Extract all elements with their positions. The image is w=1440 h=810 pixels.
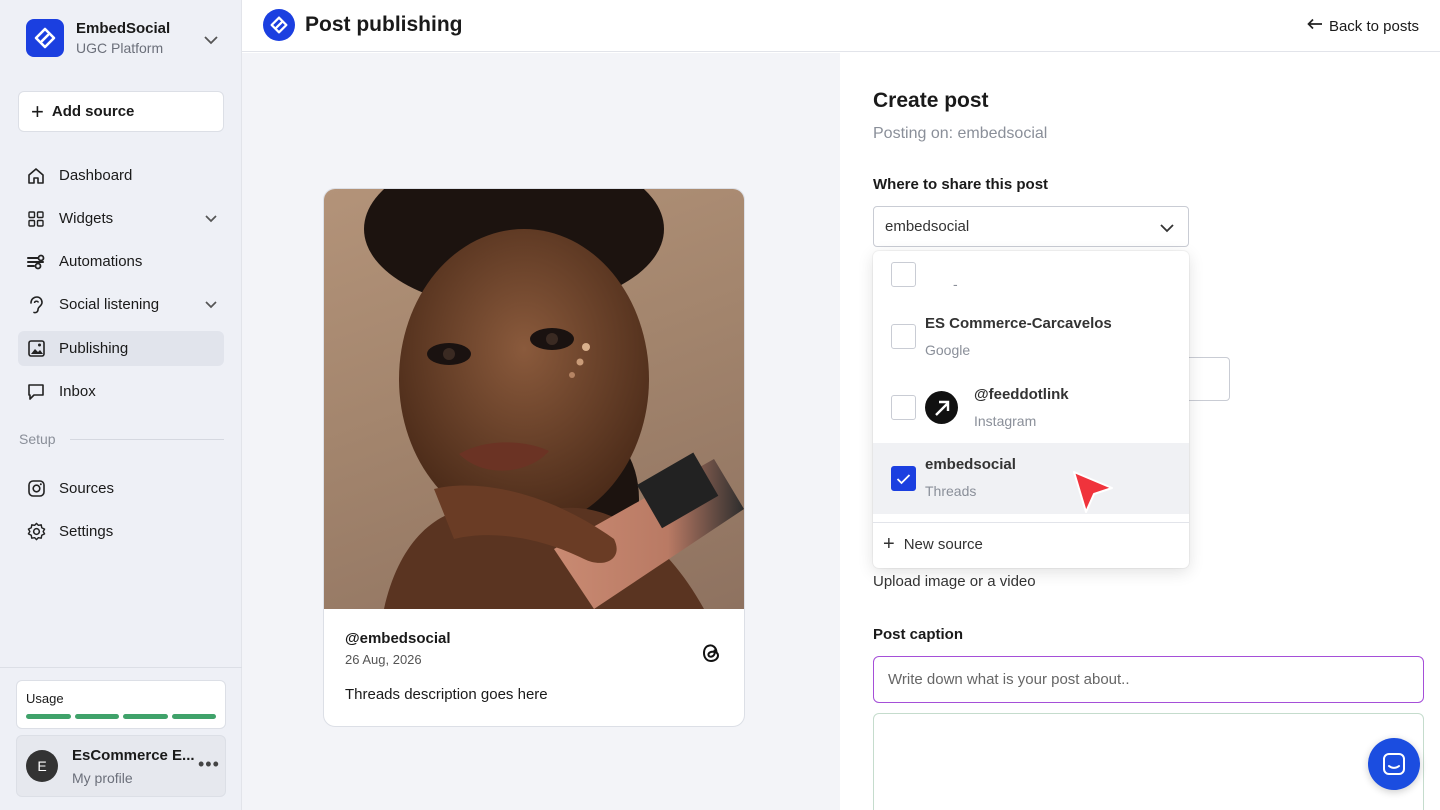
plus-icon: + — [883, 533, 895, 555]
checkbox[interactable] — [891, 395, 916, 420]
instagram-icon — [26, 479, 46, 499]
upload-media-label[interactable]: Upload image or a video — [873, 573, 1036, 590]
sidebar-item-label: Widgets — [59, 210, 114, 227]
usage-meter — [26, 714, 216, 719]
automations-icon — [26, 252, 46, 272]
sidebar-item-label: Settings — [59, 523, 114, 540]
posting-on-text: Posting on: embedsocial — [873, 125, 1048, 142]
caption-label: Post caption — [873, 626, 964, 643]
avatar: E — [26, 750, 58, 782]
share-target-label: Where to share this post — [873, 176, 1049, 193]
option-type: Threads — [925, 483, 977, 499]
sidebar-item-publishing[interactable]: Publishing — [18, 331, 224, 366]
embedsocial-logo-icon — [263, 9, 295, 41]
profile-card[interactable]: E EsCommerce E... My profile ••• — [16, 735, 226, 797]
new-source-button[interactable]: + New source — [883, 534, 983, 554]
sidebar: EmbedSocial UGC Platform + Add source Da… — [0, 0, 242, 810]
sidebar-item-settings[interactable]: Settings — [18, 514, 224, 549]
widgets-icon — [26, 209, 46, 229]
sidebar-item-dashboard[interactable]: Dashboard — [18, 158, 224, 193]
option-type: - — [953, 276, 958, 292]
sidebar-item-sources[interactable]: Sources — [18, 471, 224, 506]
chevron-down-icon[interactable] — [203, 32, 219, 50]
add-source-label: Add source — [51, 103, 135, 120]
more-options-icon[interactable]: ••• — [198, 754, 220, 775]
back-link-label: Back to posts — [1328, 17, 1419, 35]
threads-icon — [700, 641, 722, 665]
setup-section-label: Setup — [19, 431, 56, 447]
post-image — [324, 189, 744, 609]
post-date: 26 Aug, 2026 — [345, 652, 422, 667]
pointer-cursor-icon — [1068, 466, 1116, 521]
feeddotlink-avatar-icon — [925, 391, 958, 424]
arrow-left-icon — [1307, 17, 1323, 35]
select-value: embedsocial — [885, 218, 970, 235]
chevron-down-icon — [204, 210, 218, 227]
brand-subtitle: UGC Platform — [76, 40, 164, 56]
chat-bubble-icon — [26, 382, 46, 402]
caption-textarea[interactable] — [873, 713, 1424, 810]
caption-placeholder: Write down what is your post about.. — [888, 671, 1130, 688]
ear-icon — [26, 295, 46, 315]
usage-label: Usage — [26, 691, 64, 706]
brand-switcher[interactable]: EmbedSocial UGC Platform — [26, 19, 170, 57]
checkbox-checked[interactable] — [891, 466, 916, 491]
usage-card[interactable]: Usage — [16, 680, 226, 729]
sidebar-item-widgets[interactable]: Widgets — [18, 201, 224, 236]
usage-segment — [26, 714, 71, 719]
chevron-down-icon — [1159, 220, 1175, 237]
gear-icon — [26, 522, 46, 542]
profile-name: EsCommerce E... — [72, 747, 195, 764]
post-description: Threads description goes here — [345, 686, 548, 703]
sidebar-item-label: Social listening — [59, 296, 160, 313]
checkbox[interactable] — [891, 262, 916, 287]
post-username: @embedsocial — [345, 630, 451, 647]
caption-input[interactable]: Write down what is your post about.. — [873, 656, 1424, 703]
divider — [70, 439, 224, 440]
brand-name: EmbedSocial — [76, 20, 171, 37]
support-chat-button[interactable] — [1368, 738, 1420, 790]
add-source-button[interactable]: + Add source — [18, 91, 224, 132]
page-title: Post publishing — [305, 13, 463, 36]
create-post-title: Create post — [873, 89, 989, 112]
sidebar-item-label: Sources — [59, 480, 115, 497]
share-target-select[interactable]: embedsocial — [873, 206, 1189, 247]
sidebar-item-automations[interactable]: Automations — [18, 244, 224, 279]
home-icon — [26, 166, 46, 186]
image-icon — [26, 339, 46, 359]
checkbox[interactable] — [891, 324, 916, 349]
option-name: embedsocial — [925, 456, 1016, 473]
sidebar-item-label: Publishing — [59, 340, 129, 357]
usage-segment — [123, 714, 168, 719]
option-name: ES Commerce-Carcavelos — [925, 315, 1112, 332]
plus-icon: + — [31, 98, 44, 124]
sidebar-item-label: Automations — [59, 253, 143, 270]
option-name: @feeddotlink — [974, 386, 1069, 403]
usage-segment — [171, 714, 216, 719]
dropdown-option-selected[interactable]: embedsocial Threads — [873, 443, 1189, 514]
chevron-down-icon — [204, 296, 218, 313]
dropdown-option[interactable]: @feeddotlink Instagram — [873, 372, 1189, 443]
chat-icon — [1383, 753, 1405, 775]
share-target-dropdown: - ES Commerce-Carcavelos Google @feeddot… — [873, 251, 1189, 568]
back-to-posts-link[interactable]: Back to posts — [1307, 17, 1419, 35]
post-preview-card: @embedsocial 26 Aug, 2026 Threads descri… — [323, 188, 745, 727]
sidebar-item-label: Dashboard — [59, 167, 133, 184]
usage-segment — [74, 714, 119, 719]
option-type: Instagram — [974, 413, 1037, 429]
sidebar-item-inbox[interactable]: Inbox — [18, 374, 224, 409]
profile-subtitle: My profile — [72, 770, 133, 786]
divider — [873, 522, 1189, 523]
option-type: Google — [925, 342, 971, 358]
top-header: Post publishing Back to posts — [242, 0, 1440, 52]
sidebar-item-social-listening[interactable]: Social listening — [18, 287, 224, 322]
dropdown-option[interactable]: ES Commerce-Carcavelos Google — [873, 301, 1189, 372]
new-source-label: New source — [903, 535, 983, 553]
embedsocial-logo-icon — [26, 19, 64, 57]
sidebar-item-label: Inbox — [59, 383, 96, 400]
